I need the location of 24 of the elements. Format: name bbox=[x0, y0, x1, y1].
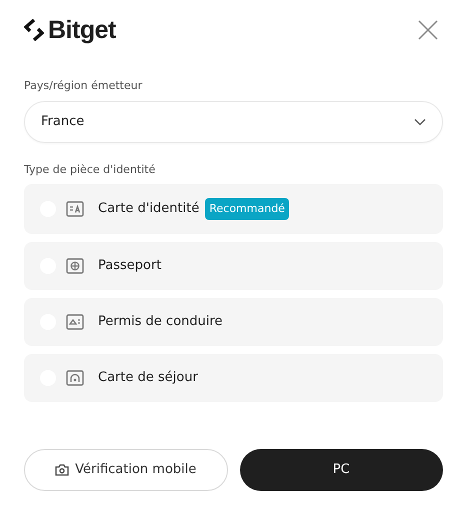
document-option[interactable]: Carte d'identité Recommandé bbox=[24, 184, 443, 234]
field-label: Type de pièce d'identité bbox=[24, 162, 156, 178]
camera-icon bbox=[55, 464, 70, 476]
document-option[interactable]: Passeport bbox=[24, 242, 443, 290]
id-card-icon bbox=[66, 200, 84, 218]
country-select[interactable]: France bbox=[24, 100, 443, 142]
globe-icon bbox=[66, 257, 84, 275]
close-icon bbox=[418, 20, 438, 40]
logo-icon bbox=[24, 19, 44, 41]
recommended-badge: Recommandé bbox=[205, 198, 289, 220]
option-label: Passeport bbox=[98, 257, 162, 276]
option-label: Permis de conduire bbox=[98, 313, 223, 332]
document-option[interactable]: Permis de conduire bbox=[24, 298, 443, 346]
license-card-icon bbox=[66, 313, 84, 331]
chevron-down-icon bbox=[414, 118, 426, 126]
mobile-verification-button[interactable]: Vérification mobile bbox=[24, 449, 228, 491]
document-option[interactable]: Carte de séjour bbox=[24, 354, 443, 402]
close-button[interactable] bbox=[417, 19, 439, 41]
logo-text: Bitget bbox=[48, 18, 116, 42]
house-card-icon bbox=[66, 369, 84, 387]
field-label: Pays/région émetteur bbox=[24, 78, 144, 94]
option-label: Carte d'identité bbox=[98, 200, 200, 218]
option-label: Carte de séjour bbox=[98, 369, 198, 388]
pc-button[interactable]: PC bbox=[240, 449, 443, 491]
